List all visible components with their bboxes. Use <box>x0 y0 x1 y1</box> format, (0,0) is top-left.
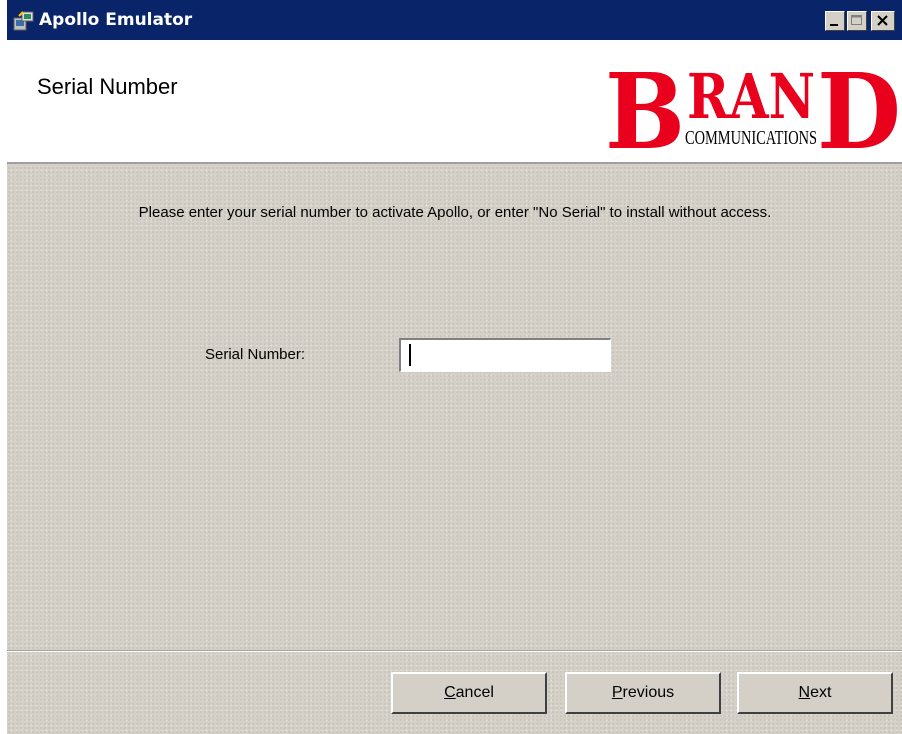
brand-logo: B RAN D COMMUNICATIONS <box>605 58 901 156</box>
footer-divider-highlight <box>7 651 902 652</box>
installer-app-icon <box>13 11 34 31</box>
title-bar[interactable]: Apollo Emulator <box>7 0 902 40</box>
minimize-icon <box>830 24 838 26</box>
close-button[interactable] <box>871 11 895 31</box>
close-icon <box>877 15 888 26</box>
svg-text:COMMUNICATIONS: COMMUNICATIONS <box>685 127 817 149</box>
svg-text:B: B <box>605 58 685 156</box>
installer-window: Apollo Emulator Serial Number B RAN D CO… <box>6 0 902 734</box>
svg-text:D: D <box>817 58 901 156</box>
maximize-button[interactable] <box>847 11 867 31</box>
content-area: Please enter your serial number to activ… <box>7 166 902 734</box>
minimize-button[interactable] <box>825 11 845 31</box>
next-mnemonic: N <box>798 684 811 701</box>
previous-button[interactable]: Previous <box>565 672 721 714</box>
window-title: Apollo Emulator <box>39 10 193 30</box>
previous-mnemonic: P <box>611 684 623 701</box>
previous-label-rest: revious <box>622 684 675 701</box>
svg-text:RAN: RAN <box>687 60 815 133</box>
cancel-label-rest: ancel <box>455 684 494 701</box>
page-title: Serial Number <box>37 74 178 99</box>
maximize-icon <box>851 15 862 25</box>
next-button[interactable]: Next <box>737 672 893 714</box>
text-caret <box>409 344 411 366</box>
cancel-mnemonic: C <box>444 684 456 701</box>
next-label-rest: ext <box>810 684 832 701</box>
instructions-text: Please enter your serial number to activ… <box>138 204 772 221</box>
header-panel: Serial Number B RAN D COMMUNICATIONS <box>7 40 902 164</box>
serial-number-label: Serial Number: <box>205 346 306 363</box>
serial-number-input[interactable] <box>399 338 611 372</box>
cancel-button[interactable]: Cancel <box>391 672 547 714</box>
